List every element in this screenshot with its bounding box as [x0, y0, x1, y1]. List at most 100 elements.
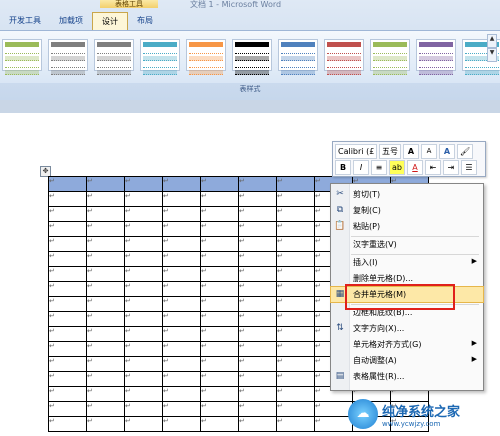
table-cell[interactable]: ↵ — [200, 401, 239, 417]
table-cell[interactable]: ↵ — [200, 281, 239, 297]
table-cell[interactable]: ↵ — [162, 206, 201, 222]
table-cell[interactable]: ↵ — [276, 326, 315, 342]
table-cell[interactable]: ↵ — [276, 266, 315, 282]
decrease-indent-icon[interactable]: ⇤ — [425, 159, 441, 175]
tab-developer[interactable]: 开发工具 — [0, 12, 50, 30]
table-cell[interactable]: ↵ — [48, 236, 87, 252]
table-cell[interactable]: ↵ — [200, 356, 239, 372]
table-cell[interactable]: ↵ — [238, 191, 277, 207]
context-menu-item[interactable]: 📋 粘贴(P) — [331, 219, 483, 234]
table-cell[interactable]: ↵ — [200, 416, 239, 432]
table-cell[interactable]: ↵ — [124, 371, 163, 387]
table-cell[interactable]: ↵ — [238, 326, 277, 342]
table-style-swatch[interactable] — [48, 39, 88, 75]
table-cell[interactable]: ↵ — [276, 311, 315, 327]
italic-button[interactable]: I — [353, 159, 369, 175]
table-cell[interactable]: ↵ — [48, 251, 87, 267]
table-cell[interactable]: ↵ — [124, 311, 163, 327]
table-cell[interactable]: ↵ — [276, 296, 315, 312]
table-cell[interactable]: ↵ — [124, 386, 163, 402]
table-cell[interactable]: ↵ — [276, 251, 315, 267]
context-menu-item[interactable]: ⧉ 复制(C) — [331, 203, 483, 218]
table-cell[interactable]: ↵ — [200, 176, 239, 192]
table-cell[interactable]: ↵ — [162, 401, 201, 417]
table-cell[interactable]: ↵ — [86, 386, 125, 402]
table-cell[interactable]: ↵ — [124, 221, 163, 237]
table-cell[interactable]: ↵ — [200, 296, 239, 312]
table-cell[interactable]: ↵ — [48, 341, 87, 357]
context-menu-item[interactable]: ⇅ 文字方向(X)... — [331, 321, 483, 336]
table-cell[interactable]: ↵ — [124, 236, 163, 252]
table-cell[interactable]: ↵ — [86, 266, 125, 282]
table-cell[interactable]: ↵ — [238, 281, 277, 297]
table-cell[interactable]: ↵ — [86, 236, 125, 252]
table-cell[interactable]: ↵ — [238, 356, 277, 372]
table-cell[interactable]: ↵ — [48, 416, 87, 432]
table-cell[interactable]: ↵ — [86, 281, 125, 297]
table-cell[interactable]: ↵ — [276, 416, 315, 432]
bullets-icon[interactable]: ☰ — [461, 159, 477, 175]
chevron-down-icon[interactable]: ▼ — [487, 48, 497, 62]
table-cell[interactable]: ↵ — [238, 296, 277, 312]
tab-design[interactable]: 设计 — [92, 12, 128, 31]
table-cell[interactable]: ↵ — [238, 371, 277, 387]
table-cell[interactable]: ↵ — [238, 206, 277, 222]
table-cell[interactable]: ↵ — [48, 191, 87, 207]
table-cell[interactable]: ↵ — [48, 176, 87, 192]
table-cell[interactable]: ↵ — [238, 221, 277, 237]
table-cell[interactable]: ↵ — [162, 266, 201, 282]
table-cell[interactable]: ↵ — [162, 386, 201, 402]
table-cell[interactable]: ↵ — [238, 311, 277, 327]
tab-add-ins[interactable]: 加载项 — [50, 12, 92, 30]
table-style-swatch[interactable] — [186, 39, 226, 75]
bold-button[interactable]: B — [335, 159, 351, 175]
table-cell[interactable]: ↵ — [86, 371, 125, 387]
table-cell[interactable]: ↵ — [162, 221, 201, 237]
table-cell[interactable]: ↵ — [124, 326, 163, 342]
table-cell[interactable]: ↵ — [48, 386, 87, 402]
highlight-button[interactable]: ab — [389, 159, 405, 175]
table-cell[interactable]: ↵ — [238, 266, 277, 282]
table-cell[interactable]: ↵ — [238, 401, 277, 417]
table-style-swatch[interactable] — [140, 39, 180, 75]
font-size-select[interactable]: 五号 — [379, 143, 401, 159]
table-cell[interactable]: ↵ — [48, 266, 87, 282]
table-cell[interactable]: ↵ — [86, 401, 125, 417]
table-cell[interactable]: ↵ — [200, 236, 239, 252]
table-cell[interactable]: ↵ — [276, 281, 315, 297]
increase-indent-icon[interactable]: ⇥ — [443, 159, 459, 175]
table-cell[interactable]: ↵ — [124, 356, 163, 372]
table-style-swatch[interactable] — [370, 39, 410, 75]
context-menu-item[interactable]: 单元格对齐方式(G) ▶ — [331, 337, 483, 352]
table-cell[interactable]: ↵ — [162, 191, 201, 207]
table-cell[interactable]: ↵ — [86, 341, 125, 357]
table-cell[interactable]: ↵ — [86, 311, 125, 327]
context-menu-item[interactable]: ✂ 剪切(T) — [331, 187, 483, 202]
gallery-scroll-buttons[interactable]: ▲ ▼ — [487, 34, 497, 74]
table-cell[interactable]: ↵ — [48, 281, 87, 297]
table-cell[interactable]: ↵ — [238, 386, 277, 402]
table-cell[interactable]: ↵ — [238, 341, 277, 357]
table-cell[interactable]: ↵ — [238, 251, 277, 267]
table-cell[interactable]: ↵ — [238, 176, 277, 192]
table-style-swatch[interactable] — [2, 39, 42, 75]
grow-font-button[interactable]: A — [403, 143, 419, 159]
table-cell[interactable]: ↵ — [86, 251, 125, 267]
table-cell[interactable]: ↵ — [86, 296, 125, 312]
table-cell[interactable]: ↵ — [200, 266, 239, 282]
context-menu-item[interactable]: 插入(I) ▶ — [331, 255, 483, 270]
table-cell[interactable]: ↵ — [162, 311, 201, 327]
table-cell[interactable]: ↵ — [124, 176, 163, 192]
table-cell[interactable]: ↵ — [162, 371, 201, 387]
table-cell[interactable]: ↵ — [124, 401, 163, 417]
table-cell[interactable]: ↵ — [86, 221, 125, 237]
font-name-select[interactable]: Calibri (£ — [335, 143, 377, 159]
table-cell[interactable]: ↵ — [124, 266, 163, 282]
table-cell[interactable]: ↵ — [86, 176, 125, 192]
table-cell[interactable]: ↵ — [314, 401, 353, 417]
table-style-swatch[interactable] — [232, 39, 272, 75]
chevron-up-icon[interactable]: ▲ — [487, 34, 497, 48]
table-cell[interactable]: ↵ — [48, 206, 87, 222]
table-cell[interactable]: ↵ — [200, 341, 239, 357]
table-cell[interactable]: ↵ — [276, 371, 315, 387]
